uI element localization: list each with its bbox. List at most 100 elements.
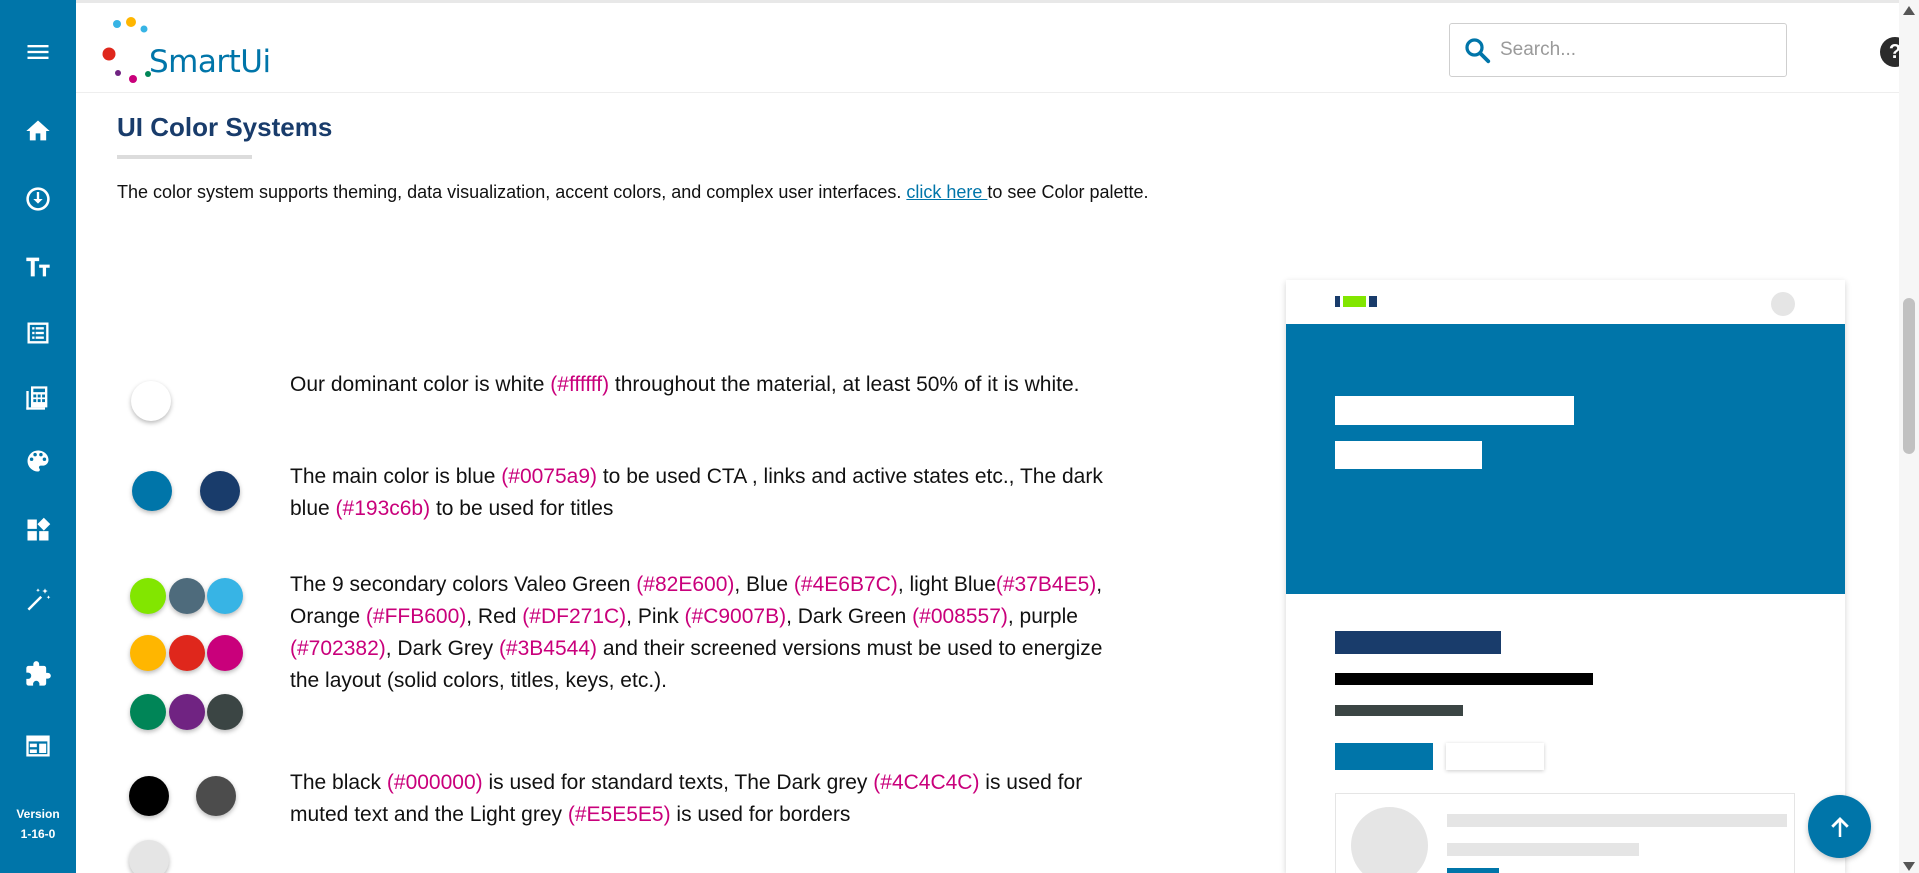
color-palette-link[interactable]: click here <box>906 182 987 202</box>
preview-hero-title <box>1335 396 1574 425</box>
swatch-black <box>129 776 169 816</box>
sidebar-item-download[interactable] <box>0 176 76 222</box>
swatch-orange <box>130 635 166 671</box>
swatch-blue <box>132 471 172 511</box>
intro-text-after: to see Color palette. <box>987 182 1149 202</box>
muted-grey-hex: (#4C4C4C) <box>873 771 980 794</box>
secondary-text-6: , Pink <box>626 605 685 628</box>
preview-secondary-button <box>1446 743 1544 770</box>
table-layout-icon <box>26 735 50 757</box>
text-size-icon <box>26 257 50 277</box>
calculator-icon <box>26 386 48 410</box>
widgets-icon <box>27 517 51 541</box>
app-root: Version 1-16-0 SmartUi ? UI Color System… <box>0 0 1919 873</box>
logo-text: SmartUi <box>149 44 271 80</box>
sidebar-item-colors[interactable] <box>0 438 76 484</box>
swatch-dark-blue <box>200 471 240 511</box>
secondary-text-3: , light Blue <box>897 573 996 596</box>
preview-list-line-2 <box>1447 843 1639 856</box>
palette-icon <box>27 450 49 472</box>
swatch-secondary-blue <box>169 578 205 614</box>
secondary-description: The 9 secondary colors Valeo Green (#82E… <box>290 569 1120 697</box>
swatch-purple <box>169 694 205 730</box>
pink-hex: (#C9007B) <box>684 605 787 628</box>
download-circle-icon <box>26 187 50 211</box>
red-hex: (#DF271C) <box>522 605 627 628</box>
white-text-1: Our dominant color is white <box>290 373 551 396</box>
white-description: Our dominant color is white (#ffffff) th… <box>290 369 1120 401</box>
secondary-text-8: , purple <box>1007 605 1078 628</box>
preview-hero-subtitle <box>1335 441 1482 469</box>
puzzle-icon <box>26 661 51 686</box>
sidebar-item-components[interactable] <box>0 507 76 553</box>
swatch-valeo-green <box>130 578 166 614</box>
swatch-light-grey <box>129 840 169 873</box>
menu-button[interactable] <box>0 29 76 75</box>
neutral-text-4: is used for borders <box>670 803 851 826</box>
swatch-muted-grey <box>196 776 236 816</box>
version-label: Version <box>16 807 60 821</box>
blue-description: The main color is blue (#0075a9) to be u… <box>290 461 1120 525</box>
swatch-pink <box>207 635 243 671</box>
preview-section-title <box>1335 631 1501 654</box>
neutral-text-1: The black <box>290 771 387 794</box>
orange-hex: (#FFB600) <box>365 605 467 628</box>
sidebar-item-typography[interactable] <box>0 244 76 290</box>
sidebar-item-plugins[interactable] <box>0 651 76 697</box>
scroll-to-top-button[interactable] <box>1808 795 1871 858</box>
secondary-text-9: , Dark Grey <box>385 637 499 660</box>
preview-logo-bar-right <box>1369 296 1377 307</box>
light-grey-hex: (#E5E5E5) <box>567 803 671 826</box>
preview-avatar <box>1771 292 1795 316</box>
white-text-2: throughout the material, at least 50% of… <box>609 373 1080 396</box>
sidebar-item-layout[interactable] <box>0 723 76 769</box>
neutral-description: The black (#000000) is used for standard… <box>290 767 1120 831</box>
secondary-text-2: , Blue <box>734 573 794 596</box>
smartui-logo[interactable]: SmartUi <box>98 15 271 85</box>
search-box[interactable] <box>1449 23 1787 77</box>
scroll-up-arrow-icon[interactable] <box>1903 6 1915 15</box>
secondary-text-5: , Red <box>466 605 523 628</box>
swatch-red <box>169 635 205 671</box>
preview-muted-line <box>1335 705 1463 716</box>
swatch-dark-green <box>130 694 166 730</box>
sidebar-item-calculator[interactable] <box>0 375 76 421</box>
list-icon <box>27 322 49 344</box>
preview-text-line <box>1335 673 1593 685</box>
secondary-text-1: The 9 secondary colors Valeo Green <box>290 573 637 596</box>
black-hex: (#000000) <box>386 771 483 794</box>
scrollbar-thumb[interactable] <box>1903 298 1915 454</box>
light-blue-hex: (#37B4E5) <box>995 573 1097 596</box>
version-number: 1-16-0 <box>20 827 56 841</box>
purple-hex: (#702382) <box>290 637 386 660</box>
layout-preview-card <box>1286 280 1845 873</box>
home-icon <box>26 120 50 141</box>
arrow-up-icon <box>1830 816 1849 837</box>
blue-text-3: to be used for titles <box>430 497 614 520</box>
sidebar-item-magic[interactable] <box>0 577 76 623</box>
search-input[interactable] <box>1500 39 1770 61</box>
swatch-dark-grey <box>207 694 243 730</box>
valeo-green-hex: (#82E600) <box>636 573 735 596</box>
dark-grey-hex: (#3B4544) <box>498 637 598 660</box>
dark-blue-hex: (#193c6b) <box>335 497 431 520</box>
menu-icon <box>27 45 49 59</box>
white-hex: (#ffffff) <box>550 373 610 396</box>
sidebar-item-home[interactable] <box>0 108 76 154</box>
intro-text: The color system supports theming, data … <box>117 182 1149 203</box>
scroll-down-arrow-icon[interactable] <box>1903 862 1915 871</box>
dark-green-hex: (#008557) <box>912 605 1008 628</box>
preview-list-accent <box>1447 868 1499 873</box>
sidebar-item-list[interactable] <box>0 310 76 356</box>
intro-text-main: The color system supports theming, data … <box>117 182 907 202</box>
swatch-light-blue <box>207 578 243 614</box>
blue-hex: (#0075a9) <box>501 465 598 488</box>
sidebar: Version 1-16-0 <box>0 0 76 873</box>
preview-primary-button <box>1335 743 1433 770</box>
blue-text-1: The main color is blue <box>290 465 502 488</box>
header: SmartUi ? <box>76 3 1910 93</box>
magic-wand-icon <box>27 588 51 611</box>
title-underline <box>117 155 252 159</box>
preview-list-line-1 <box>1447 814 1787 827</box>
page-title: UI Color Systems <box>117 112 333 142</box>
